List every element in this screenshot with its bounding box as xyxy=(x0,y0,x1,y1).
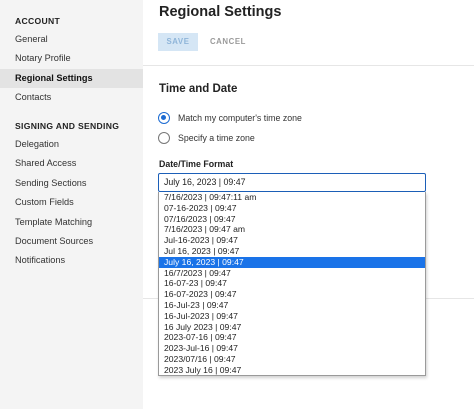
sidebar-item-label: Document Sources xyxy=(15,236,94,246)
radio-match-computer-time-zone[interactable]: Match my computer's time zone xyxy=(158,111,302,125)
account-heading: ACCOUNT xyxy=(15,16,61,26)
dropdown-option[interactable]: 16/7/2023 | 09:47 xyxy=(159,268,425,279)
datetime-format-select[interactable]: July 16, 2023 | 09:47 xyxy=(158,173,426,192)
sidebar-item-label: Template Matching xyxy=(15,217,93,227)
dropdown-option[interactable]: 16-07-2023 | 09:47 xyxy=(159,289,425,300)
radio-label: Specify a time zone xyxy=(178,133,255,143)
sidebar-item-general[interactable]: General xyxy=(0,30,143,49)
sidebar-item-label: Delegation xyxy=(15,139,59,149)
radio-label: Match my computer's time zone xyxy=(178,113,302,123)
sidebar-item-label: Custom Fields xyxy=(15,197,74,207)
sidebar: ACCOUNT General Notary Profile Regional … xyxy=(0,0,143,409)
dropdown-option[interactable]: July 16, 2023 | 09:47 xyxy=(159,256,425,268)
dropdown-option[interactable]: 16-Jul-23 | 09:47 xyxy=(159,300,425,311)
dropdown-option[interactable]: 16 July 2023 | 09:47 xyxy=(159,322,425,333)
sidebar-item-label: General xyxy=(15,34,48,44)
section-title: Time and Date xyxy=(159,83,238,95)
sidebar-item-label: Notifications xyxy=(15,255,66,265)
sidebar-item-label: Regional Settings xyxy=(15,73,93,83)
dropdown-option[interactable]: 7/16/2023 | 09:47 am xyxy=(159,224,425,235)
sidebar-item-delegation[interactable]: Delegation xyxy=(0,135,143,154)
dropdown-option[interactable]: Jul-16-2023 | 09:47 xyxy=(159,235,425,246)
cancel-button[interactable]: CANCEL xyxy=(206,33,250,51)
dropdown-option[interactable]: Jul 16, 2023 | 09:47 xyxy=(159,246,425,257)
page-title: Regional Settings xyxy=(159,4,282,20)
sidebar-item-label: Sending Sections xyxy=(15,178,87,188)
datetime-format-dropdown[interactable]: 7/16/2023 | 09:47:11 am 07-16-2023 | 09:4… xyxy=(158,192,426,376)
radio-checked-icon[interactable] xyxy=(158,112,170,124)
header-divider xyxy=(143,65,474,66)
main-panel: Regional Settings SAVE CANCEL Time and D… xyxy=(143,0,474,409)
dropdown-option[interactable]: 07-16-2023 | 09:47 xyxy=(159,203,425,214)
sidebar-item-notifications[interactable]: Notifications xyxy=(0,251,143,270)
dropdown-option[interactable]: 2023 July 16 | 09:47 xyxy=(159,365,425,376)
sidebar-item-notary-profile[interactable]: Notary Profile xyxy=(0,49,143,68)
dropdown-option[interactable]: 16-07-23 | 09:47 xyxy=(159,278,425,289)
dropdown-option[interactable]: 2023-Jul-16 | 09:47 xyxy=(159,343,425,354)
dropdown-option[interactable]: 2023/07/16 | 09:47 xyxy=(159,354,425,365)
sidebar-item-shared-access[interactable]: Shared Access xyxy=(0,154,143,173)
sidebar-item-label: Notary Profile xyxy=(15,53,71,63)
dropdown-option[interactable]: 2023-07-16 | 09:47 xyxy=(159,332,425,343)
sidebar-item-contacts[interactable]: Contacts xyxy=(0,88,143,107)
sidebar-item-sending-sections[interactable]: Sending Sections xyxy=(0,174,143,193)
sidebar-item-label: Contacts xyxy=(15,92,52,102)
radio-unchecked-icon[interactable] xyxy=(158,132,170,144)
datetime-format-label: Date/Time Format xyxy=(159,159,234,169)
dropdown-option[interactable]: 16-Jul-2023 | 09:47 xyxy=(159,311,425,322)
dropdown-option[interactable]: 7/16/2023 | 09:47:11 am xyxy=(159,192,425,203)
sidebar-item-custom-fields[interactable]: Custom Fields xyxy=(0,193,143,212)
sidebar-item-template-matching[interactable]: Template Matching xyxy=(0,213,143,232)
sidebar-item-regional-settings[interactable]: Regional Settings xyxy=(0,69,143,88)
save-button[interactable]: SAVE xyxy=(158,33,198,51)
signing-heading: SIGNING AND SENDING xyxy=(15,121,120,131)
dropdown-option[interactable]: 07/16/2023 | 09:47 xyxy=(159,214,425,225)
sidebar-item-label: Shared Access xyxy=(15,158,77,168)
sidebar-item-document-sources[interactable]: Document Sources xyxy=(0,232,143,251)
radio-specify-time-zone[interactable]: Specify a time zone xyxy=(158,131,255,145)
